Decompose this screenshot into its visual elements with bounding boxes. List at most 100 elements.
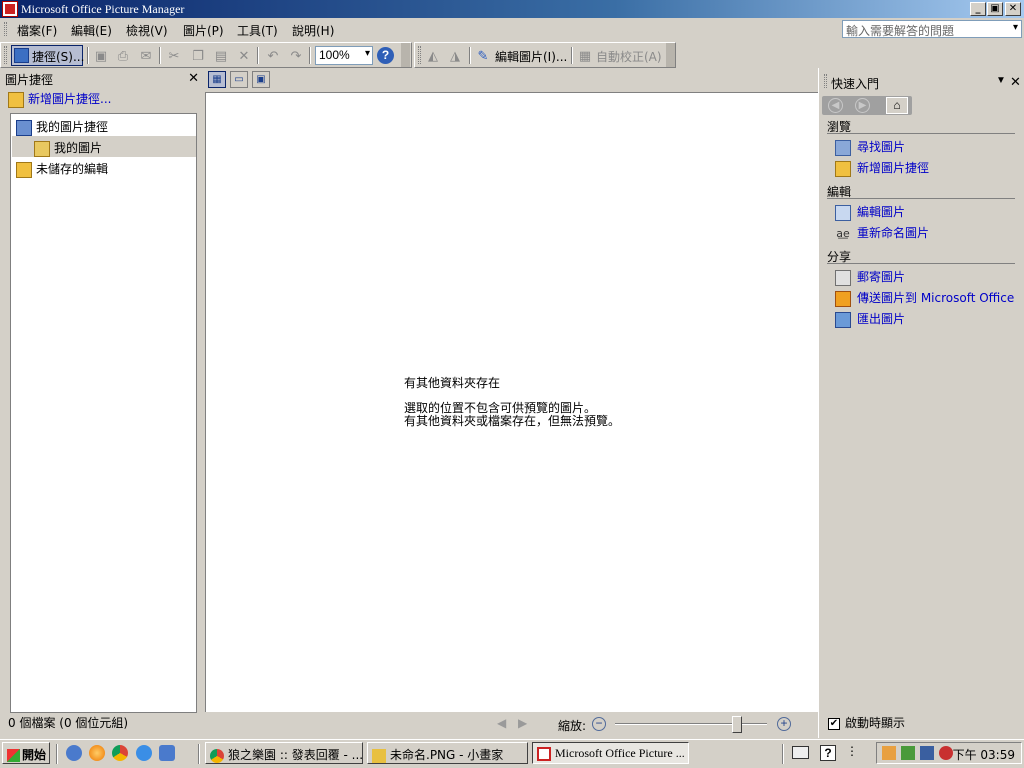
zoom-slider-track[interactable] — [615, 723, 767, 725]
add-picture-shortcut-link[interactable]: 新增圖片捷徑 — [835, 159, 929, 177]
toolbar-separator — [87, 47, 89, 64]
minimize-button[interactable]: _ — [970, 2, 986, 16]
tree-item-my-pictures[interactable]: 我的圖片 — [12, 136, 196, 157]
shortcut-tree[interactable]: 我的圖片捷徑 我的圖片 未儲存的編輯 — [10, 113, 197, 713]
home-icon[interactable]: ⌂ — [886, 97, 908, 114]
task-pane-menu-icon[interactable]: ▼ — [996, 75, 1006, 86]
menu-tools[interactable]: 工具(T) — [237, 21, 278, 38]
menu-view[interactable]: 檢視(V) — [126, 21, 168, 38]
taskbar-separator — [56, 744, 58, 764]
tree-item-label: 未儲存的編輯 — [36, 162, 109, 176]
pictures-folder-icon — [34, 140, 50, 157]
maximize-button[interactable]: ▣ — [987, 2, 1003, 16]
show-desktop-icon[interactable] — [66, 745, 82, 761]
task-paint[interactable]: 未命名.PNG - 小畫家 — [367, 742, 528, 764]
clock[interactable]: 下午 03:59 — [953, 746, 1015, 763]
tree-item-unsaved-edits[interactable]: 未儲存的編輯 — [12, 157, 196, 178]
zoom-in-icon[interactable]: + — [777, 717, 791, 731]
ime-help-icon[interactable]: ? — [820, 745, 836, 761]
link-label: 郵寄圖片 — [857, 270, 906, 284]
zoom-label: 縮放: — [558, 719, 587, 733]
tray-app-icon[interactable] — [901, 746, 915, 760]
taskbar-separator — [198, 744, 200, 764]
print-icon[interactable]: ⎙ — [115, 48, 131, 64]
menubar-grip[interactable] — [4, 22, 7, 36]
keyboard-icon[interactable] — [792, 746, 809, 759]
task-pane-title[interactable]: 快速入門 — [831, 75, 879, 92]
section-edit: 編輯 — [827, 183, 1015, 199]
network-icon[interactable] — [920, 746, 934, 760]
toolbar-grip[interactable] — [4, 46, 7, 64]
app-icon[interactable] — [2, 1, 18, 17]
close-pane-icon[interactable]: ✕ — [188, 71, 199, 86]
edit-pictures-link[interactable]: 編輯圖片 — [835, 203, 905, 221]
close-task-pane-icon[interactable]: ✕ — [1010, 75, 1021, 90]
chrome-icon — [210, 748, 224, 763]
startup-label: 啟動時顯示 — [845, 716, 906, 730]
ime-options-icon[interactable]: ⋮ — [846, 744, 858, 758]
zoom-dropdown[interactable]: 100% — [315, 46, 373, 65]
copy-icon[interactable]: ❐ — [190, 48, 206, 64]
antivirus-icon[interactable] — [939, 746, 953, 760]
add-shortcut-link[interactable]: 新增圖片捷徑... — [8, 90, 111, 108]
ie-icon[interactable] — [136, 745, 152, 761]
locate-pictures-link[interactable]: 尋找圖片 — [835, 138, 905, 156]
redo-icon[interactable]: ↷ — [288, 48, 304, 64]
undo-icon[interactable]: ↶ — [265, 48, 281, 64]
cut-icon[interactable]: ✂ — [166, 48, 182, 64]
task-picture-manager[interactable]: Microsoft Office Picture ... — [532, 742, 689, 764]
next-icon[interactable]: ▶ — [518, 716, 527, 730]
menu-file[interactable]: 檔案(F) — [17, 21, 57, 38]
task-pane-grip[interactable] — [824, 74, 827, 88]
standard-toolbar: 捷徑(S)... ▣ ⎙ ✉ ✂ ❐ ▤ ✕ ↶ ↷ 100% ? — [0, 42, 412, 68]
chrome-icon[interactable] — [112, 745, 128, 761]
rotate-right-icon[interactable]: ◮ — [447, 48, 463, 64]
menu-help[interactable]: 說明(H) — [292, 21, 334, 38]
toolbar-options-icon[interactable] — [401, 43, 410, 67]
previous-icon[interactable]: ◀ — [497, 716, 506, 730]
rename-pictures-link[interactable]: a͟e 重新命名圖片 — [835, 224, 929, 242]
zoom-out-icon[interactable]: − — [592, 717, 606, 731]
checkbox-box[interactable]: ✔ — [828, 717, 840, 730]
email-icon[interactable]: ✉ — [138, 48, 154, 64]
task-browser[interactable]: 狼之樂園 :: 發表回覆 - ... — [205, 742, 363, 764]
save-icon[interactable]: ▣ — [93, 48, 109, 64]
task-pane-nav: ◀ ▶ ⌂ — [822, 96, 912, 115]
email-pictures-link[interactable]: 郵寄圖片 — [835, 268, 905, 286]
send-to-office-link[interactable]: 傳送圖片到 Microsoft Office — [835, 289, 1014, 307]
delete-icon[interactable]: ✕ — [236, 48, 252, 64]
windows-logo-icon — [7, 749, 20, 762]
help-icon[interactable]: ? — [377, 47, 394, 64]
thumbnail-view-icon[interactable]: ▦ — [208, 71, 226, 88]
toolbar-separator — [159, 47, 161, 64]
link-label: 新增圖片捷徑 — [857, 161, 930, 175]
paste-icon[interactable]: ▤ — [213, 48, 229, 64]
toolbar-grip[interactable] — [418, 46, 421, 64]
zoom-slider-thumb[interactable] — [731, 716, 742, 733]
menu-picture[interactable]: 圖片(P) — [183, 21, 224, 38]
rotate-left-icon[interactable]: ◭ — [425, 48, 441, 64]
section-share: 分享 — [827, 248, 1015, 264]
title-bar[interactable]: Microsoft Office Picture Manager _ ▣ ✕ — [0, 0, 1024, 18]
shortcuts-button[interactable]: 捷徑(S)... — [11, 45, 85, 66]
firefox-icon[interactable] — [89, 745, 105, 761]
tray-app-icon[interactable] — [882, 746, 896, 760]
preview-area[interactable]: 有其他資料夾存在 選取的位置不包含可供預覽的圖片。 有其他資料夾或檔案存在，但無… — [205, 92, 818, 712]
show-at-startup-checkbox[interactable]: ✔ 啟動時顯示 — [828, 714, 905, 731]
quicklaunch-icon[interactable] — [159, 745, 175, 761]
export-pictures-link[interactable]: 匯出圖片 — [835, 310, 905, 328]
filmstrip-view-icon[interactable]: ▭ — [230, 71, 248, 88]
menu-edit[interactable]: 編輯(E) — [71, 21, 112, 38]
start-button[interactable]: 開始 — [2, 742, 50, 764]
tree-item-my-shortcuts[interactable]: 我的圖片捷徑 — [12, 115, 196, 136]
shortcuts-label: 捷徑(S)... — [32, 50, 85, 64]
toolbar-options-icon[interactable] — [666, 43, 675, 67]
help-question-input[interactable]: 輸入需要解答的問題 — [842, 20, 1022, 38]
back-icon[interactable]: ◀ — [828, 98, 843, 113]
single-picture-view-icon[interactable]: ▣ — [252, 71, 270, 88]
system-tray: 下午 03:59 — [876, 742, 1022, 764]
auto-correct-button[interactable]: 自動校正(A) — [596, 48, 662, 65]
edit-picture-button[interactable]: 編輯圖片(I)... — [495, 48, 567, 65]
close-button[interactable]: ✕ — [1005, 2, 1021, 16]
forward-icon[interactable]: ▶ — [855, 98, 870, 113]
